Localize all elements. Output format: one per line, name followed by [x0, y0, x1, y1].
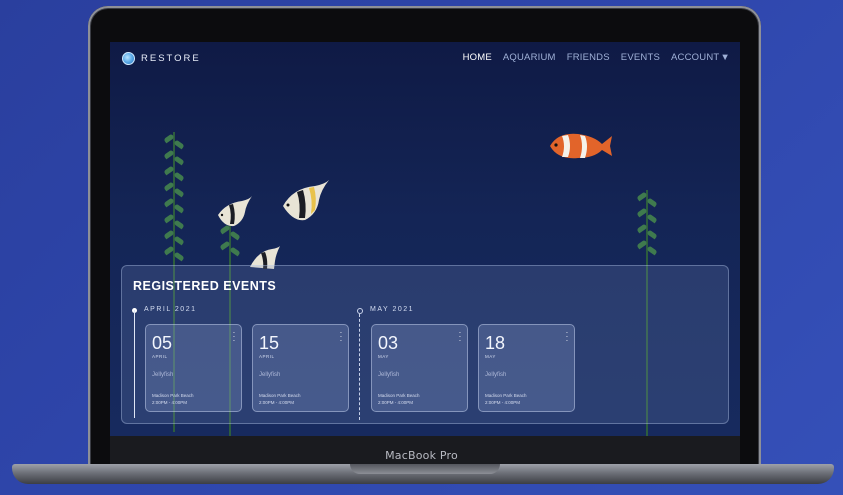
chevron-down-icon: ▼ [720, 52, 730, 63]
moorish-idol-fish-icon [283, 180, 329, 221]
event-location: Madison Park Beach [259, 393, 301, 398]
nav-menu: HOME AQUARIUM FRIENDS EVENTS ACCOUNT▼ [463, 52, 730, 63]
event-card[interactable]: 05 APRIL Jellyfish Madison Park Beach 2:… [145, 324, 242, 412]
event-name: Jellyfish [259, 372, 281, 378]
event-day: 18 [485, 333, 506, 353]
panel-title: REGISTERED EVENTS [133, 279, 277, 293]
globe-logo-icon [122, 52, 135, 65]
event-location: Madison Park Beach [485, 393, 527, 398]
event-card[interactable]: 18 MAY Jellyfish Madison Park Beach 2:00… [478, 324, 575, 412]
event-month: APRIL [259, 354, 275, 359]
event-time: 2:00PM - 4:00PM [485, 400, 521, 405]
nav-item-events[interactable]: EVENTS [621, 52, 660, 63]
laptop-notch [350, 464, 500, 474]
event-day: 15 [259, 333, 280, 353]
device-brand-label: MacBook Pro [385, 449, 458, 462]
event-card[interactable]: 15 APRIL Jellyfish Madison Park Beach 2:… [252, 324, 349, 412]
nav-item-account[interactable]: ACCOUNT [671, 52, 719, 63]
more-vertical-icon[interactable]: · · · [565, 329, 569, 345]
more-vertical-icon[interactable]: · · · [232, 329, 236, 345]
event-day: 03 [378, 333, 399, 353]
event-month: MAY [378, 354, 389, 359]
moorish-idol-fish-small-icon [218, 196, 252, 227]
month-label-may: MAY 2021 [370, 306, 415, 313]
event-location: Madison Park Beach [152, 393, 194, 398]
logo-text: RESTORE [141, 53, 201, 64]
clownfish-icon [550, 133, 612, 159]
nav-item-account-wrapper[interactable]: ACCOUNT▼ [671, 52, 730, 63]
registered-events-panel: REGISTERED EVENTS APRIL 2021 MAY 2021 05… [121, 265, 729, 424]
event-card[interactable]: 03 MAY Jellyfish Madison Park Beach 2:00… [371, 324, 468, 412]
event-time: 2:00PM - 4:00PM [259, 400, 295, 405]
timeline-line-may [359, 314, 360, 420]
more-vertical-icon[interactable]: · · · [339, 329, 343, 345]
nav-item-friends[interactable]: FRIENDS [567, 52, 610, 63]
timeline-line-april [134, 310, 135, 418]
more-vertical-icon[interactable]: · · · [458, 329, 462, 345]
app-screen: RESTORE HOME AQUARIUM FRIENDS EVENTS ACC… [110, 42, 740, 436]
timeline-dot-may [357, 308, 363, 314]
event-name: Jellyfish [152, 372, 174, 378]
logo[interactable]: RESTORE [122, 52, 201, 65]
event-name: Jellyfish [378, 372, 400, 378]
event-location: Madison Park Beach [378, 393, 420, 398]
nav-item-home[interactable]: HOME [463, 52, 492, 63]
month-label-april: APRIL 2021 [144, 306, 197, 313]
event-time: 2:00PM - 4:00PM [152, 400, 188, 405]
event-name: Jellyfish [485, 372, 507, 378]
event-day: 05 [152, 333, 173, 353]
nav-item-aquarium[interactable]: AQUARIUM [503, 52, 556, 63]
event-time: 2:00PM - 4:00PM [378, 400, 414, 405]
event-month: APRIL [152, 354, 168, 359]
event-month: MAY [485, 354, 496, 359]
